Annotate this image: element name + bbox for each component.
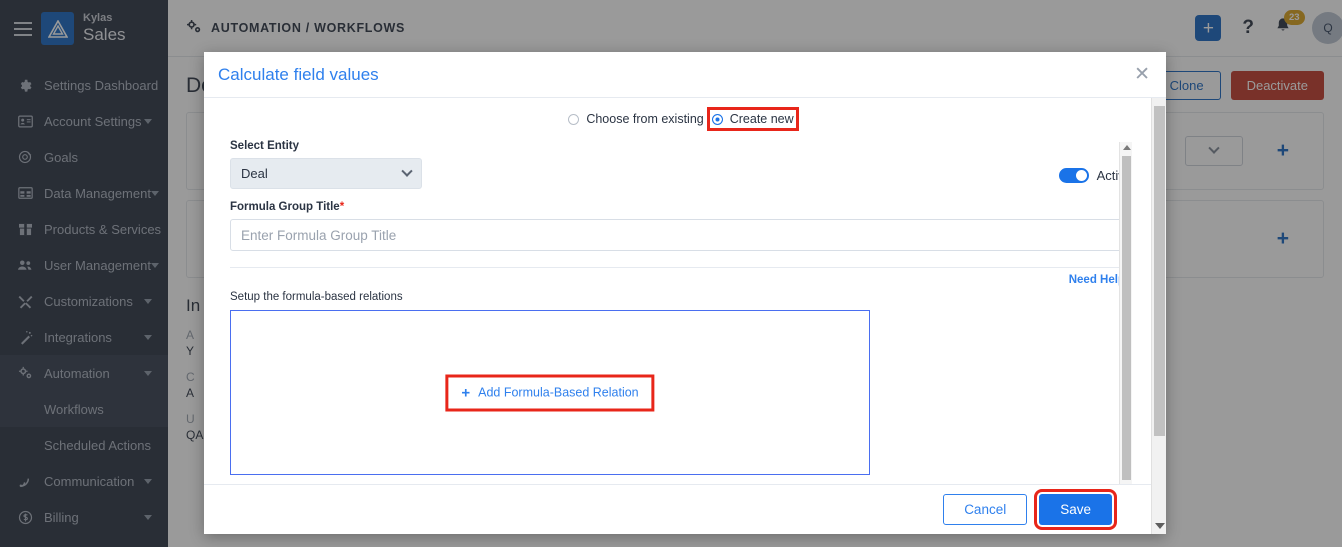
cancel-button[interactable]: Cancel bbox=[943, 494, 1027, 525]
entity-label: Select Entity bbox=[230, 140, 422, 152]
scrollbar-thumb[interactable] bbox=[1122, 156, 1131, 480]
scroll-down-icon[interactable] bbox=[1155, 523, 1165, 529]
relations-scrollbar[interactable] bbox=[1119, 142, 1132, 484]
divider bbox=[230, 267, 1132, 268]
close-icon[interactable]: ✕ bbox=[1134, 65, 1150, 84]
dialog-scrollbar[interactable] bbox=[1151, 98, 1166, 534]
group-title-input[interactable] bbox=[230, 219, 1132, 251]
add-formula-based-relation-button[interactable]: + Add Formula-Based Relation bbox=[445, 374, 654, 411]
radio-dot-icon bbox=[712, 114, 723, 125]
required-asterisk: * bbox=[340, 201, 344, 213]
dialog-footer: Cancel Save bbox=[204, 484, 1166, 534]
add-relation-label: Add Formula-Based Relation bbox=[478, 386, 639, 400]
group-title-label-text: Formula Group Title bbox=[230, 201, 340, 213]
plus-icon: + bbox=[461, 384, 470, 401]
entity-field: Select Entity Deal bbox=[230, 140, 422, 189]
formula-relations-box: + Add Formula-Based Relation bbox=[230, 310, 870, 475]
group-title-label: Formula Group Title* bbox=[230, 201, 1132, 213]
entity-select[interactable]: Deal bbox=[230, 158, 422, 189]
dialog-header: Calculate field values ✕ bbox=[204, 52, 1166, 98]
mode-radio-group: Choose from existing Create new bbox=[230, 112, 1132, 126]
entity-select-value: Deal bbox=[241, 166, 268, 181]
group-title-field: Formula Group Title* bbox=[230, 201, 1132, 251]
dialog-title: Calculate field values bbox=[218, 65, 379, 85]
scrollbar-thumb[interactable] bbox=[1154, 106, 1165, 436]
radio-create-new[interactable]: Create new bbox=[712, 112, 794, 126]
dialog-body: Choose from existing Create new Select E… bbox=[204, 98, 1166, 484]
radio-label: Create new bbox=[730, 112, 794, 126]
toggle-knob bbox=[1076, 170, 1087, 181]
entity-row: Select Entity Deal Active bbox=[230, 140, 1132, 189]
save-button[interactable]: Save bbox=[1039, 494, 1112, 525]
active-toggle[interactable] bbox=[1059, 168, 1089, 183]
calculate-field-values-dialog: Calculate field values ✕ Choose from exi… bbox=[204, 52, 1166, 534]
radio-dot-icon bbox=[568, 114, 579, 125]
scroll-up-icon[interactable] bbox=[1123, 145, 1131, 150]
radio-label: Choose from existing bbox=[586, 112, 703, 126]
setup-relations-label: Setup the formula-based relations bbox=[230, 291, 1132, 303]
chevron-down-icon bbox=[401, 165, 412, 176]
radio-choose-from-existing[interactable]: Choose from existing bbox=[568, 112, 703, 126]
need-help-link[interactable]: Need Help? bbox=[230, 274, 1132, 286]
